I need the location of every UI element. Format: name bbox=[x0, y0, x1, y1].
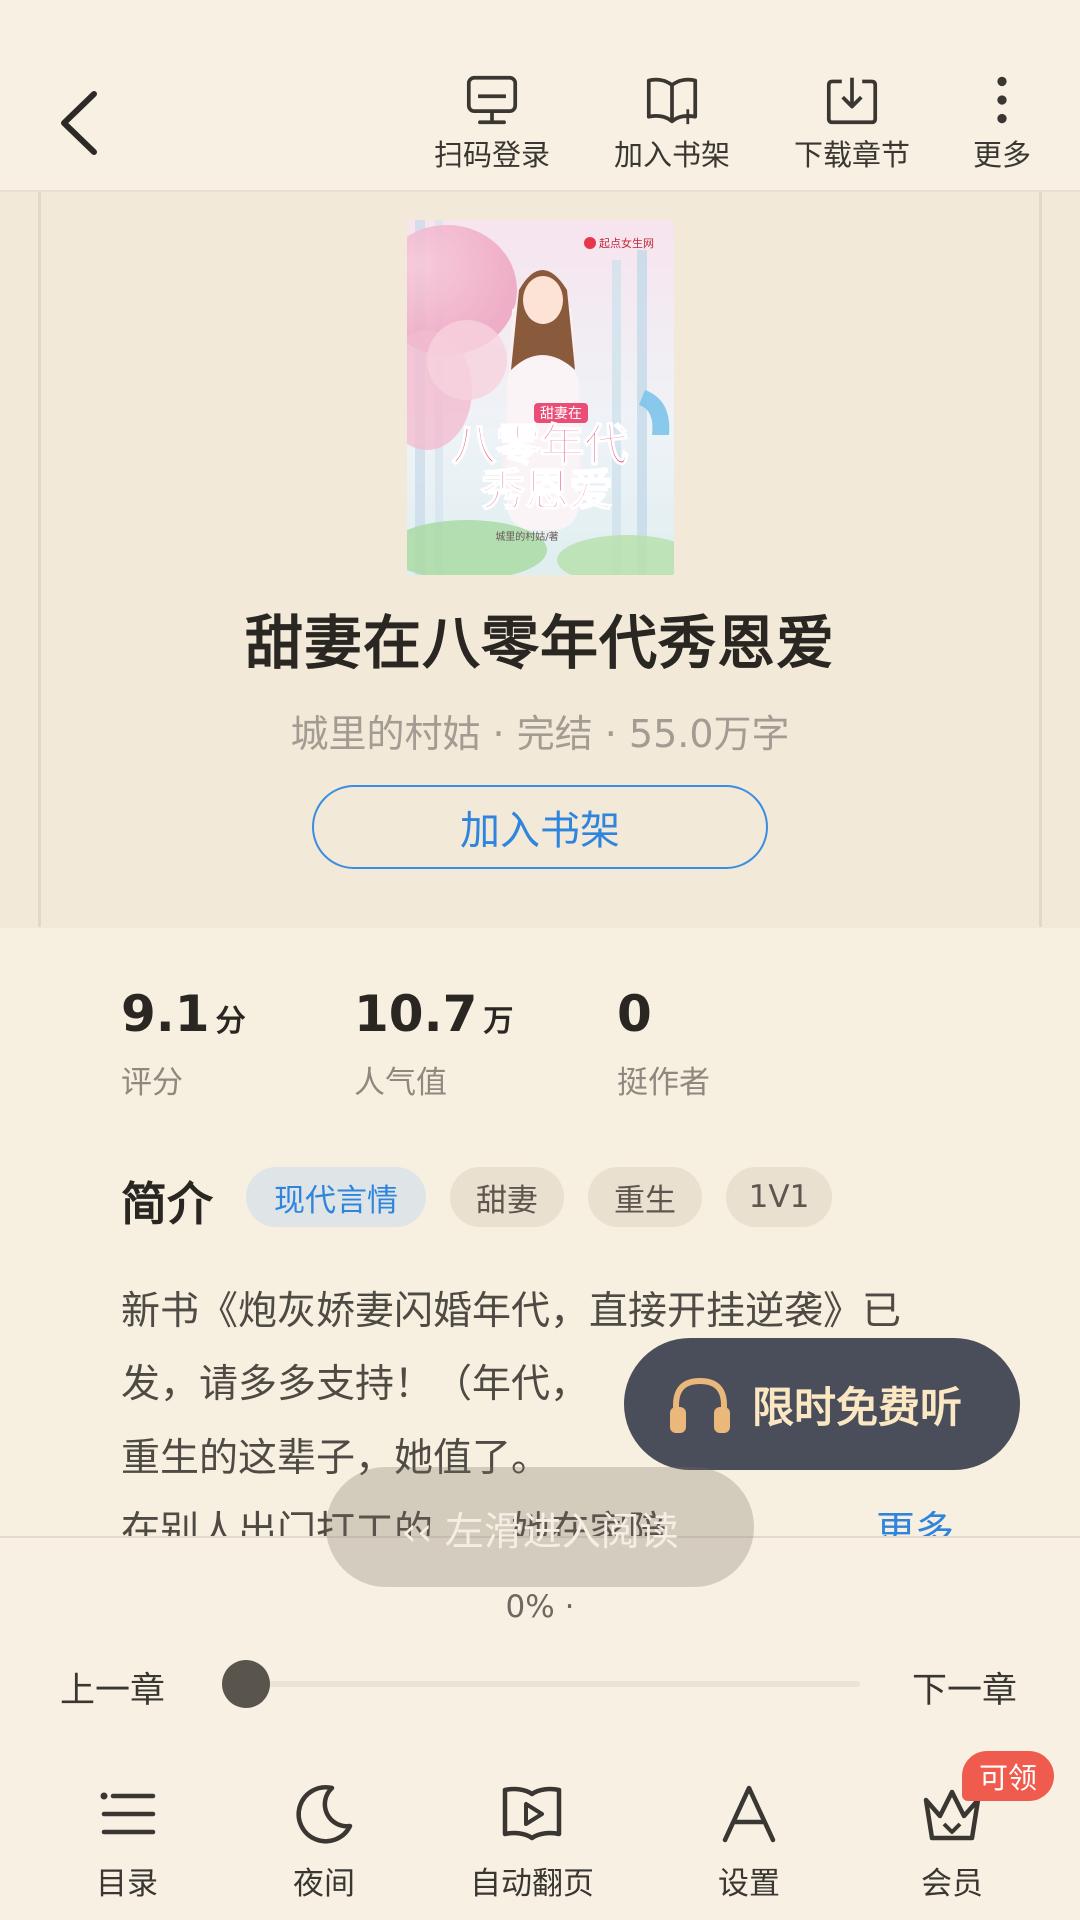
more-menu-button[interactable]: 更多 bbox=[927, 74, 1077, 174]
nav-vip-label: 会员 bbox=[921, 1866, 983, 1902]
auto-page-icon bbox=[502, 1786, 562, 1841]
font-settings-icon bbox=[722, 1785, 776, 1843]
back-button[interactable] bbox=[52, 88, 112, 158]
support-author-stat[interactable]: 0 挺作者 bbox=[617, 985, 710, 1102]
tag-item[interactable]: 1V1 bbox=[726, 1167, 832, 1227]
nav-auto-page[interactable]: 自动翻页 bbox=[447, 1782, 617, 1903]
add-bookshelf-toolbar-button[interactable]: 加入书架 bbox=[597, 74, 747, 174]
scan-login-label: 扫码登录 bbox=[433, 138, 550, 172]
tag-item[interactable]: 甜妻 bbox=[450, 1167, 564, 1227]
book-title: 甜妻在八零年代秀恩爱 bbox=[244, 609, 835, 677]
intro-heading: 简介 bbox=[121, 1177, 213, 1231]
nav-night-mode[interactable]: 夜间 bbox=[239, 1782, 409, 1903]
nav-toc[interactable]: 目录 bbox=[42, 1782, 212, 1903]
download-icon bbox=[826, 77, 878, 125]
support-author-value: 0 bbox=[617, 985, 652, 1043]
popularity-unit: 万 bbox=[483, 1004, 514, 1039]
book-add-icon bbox=[646, 77, 698, 125]
popularity-value: 10.7 bbox=[354, 985, 478, 1043]
svg-text:起点女生网: 起点女生网 bbox=[599, 236, 654, 250]
top-toolbar: 扫码登录 加入书架 下载章节 更多 bbox=[0, 0, 1080, 192]
list-icon bbox=[100, 1792, 156, 1835]
book-meta[interactable]: 城里的村姑 · 完结 · 55.0万字 bbox=[0, 703, 1080, 758]
nav-night-label: 夜间 bbox=[293, 1866, 355, 1902]
chevron-left-icon bbox=[61, 91, 97, 155]
free-listen-button[interactable]: 限时免费听 bbox=[624, 1338, 1020, 1470]
scan-login-button[interactable]: 扫码登录 bbox=[417, 74, 567, 174]
rating-unit: 分 bbox=[215, 1004, 246, 1039]
book-cover-illustration: 起点女生网 甜妻在 八零年代 秀恩爱 城里的村姑/著 bbox=[407, 220, 674, 575]
svg-text:八零年代: 八零年代 bbox=[452, 420, 628, 471]
intro-text-line: 新书《炮灰娇妻闪婚年代，直接开挂逆袭》已 bbox=[121, 1289, 902, 1334]
rating-label: 评分 bbox=[121, 1065, 183, 1101]
download-chapters-label: 下载章节 bbox=[793, 138, 910, 172]
next-chapter-button[interactable]: 下一章 bbox=[912, 1662, 1017, 1713]
nav-toc-label: 目录 bbox=[96, 1866, 158, 1902]
progress-slider-track[interactable] bbox=[244, 1681, 860, 1687]
headphones-icon bbox=[670, 1377, 730, 1433]
nav-settings-label: 设置 bbox=[718, 1866, 780, 1902]
book-cover[interactable]: 起点女生网 甜妻在 八零年代 秀恩爱 城里的村姑/著 bbox=[407, 220, 674, 575]
prev-chapter-button[interactable]: 上一章 bbox=[60, 1662, 165, 1713]
tag-genre[interactable]: 现代言情 bbox=[246, 1167, 426, 1227]
free-listen-label: 限时免费听 bbox=[752, 1382, 963, 1432]
popularity-label: 人气值 bbox=[354, 1065, 447, 1101]
progress-slider-thumb[interactable] bbox=[222, 1660, 270, 1708]
swipe-to-read-hint: ‹‹ 左滑进入阅读 bbox=[326, 1467, 754, 1587]
page-edge-right bbox=[1039, 192, 1042, 927]
popularity-stat[interactable]: 10.7 万 人气值 bbox=[354, 985, 513, 1102]
nav-auto-page-label: 自动翻页 bbox=[470, 1866, 594, 1902]
support-author-label: 挺作者 bbox=[617, 1065, 710, 1101]
reading-progress-text: 0% · bbox=[505, 1589, 575, 1625]
rating-value: 9.1 bbox=[121, 985, 210, 1043]
add-bookshelf-button[interactable]: 加入书架 bbox=[312, 785, 768, 869]
add-bookshelf-toolbar-label: 加入书架 bbox=[613, 138, 730, 172]
svg-text:城里的村姑/著: 城里的村姑/著 bbox=[495, 530, 558, 543]
more-vertical-icon bbox=[997, 76, 1007, 124]
monitor-icon bbox=[466, 75, 518, 125]
svg-text:秀恩爱: 秀恩爱 bbox=[480, 465, 613, 516]
nav-settings[interactable]: 设置 bbox=[664, 1782, 834, 1903]
rating-stat[interactable]: 9.1 分 评分 bbox=[121, 985, 246, 1102]
page-edge-left bbox=[38, 192, 41, 927]
intro-text-line: 发，请多多支持！（年代， bbox=[121, 1362, 590, 1407]
vip-claim-badge[interactable]: 可领 bbox=[962, 1751, 1054, 1801]
download-chapters-button[interactable]: 下载章节 bbox=[777, 74, 927, 174]
moon-icon bbox=[296, 1785, 353, 1844]
more-label: 更多 bbox=[972, 138, 1031, 172]
tag-item[interactable]: 重生 bbox=[588, 1167, 702, 1227]
